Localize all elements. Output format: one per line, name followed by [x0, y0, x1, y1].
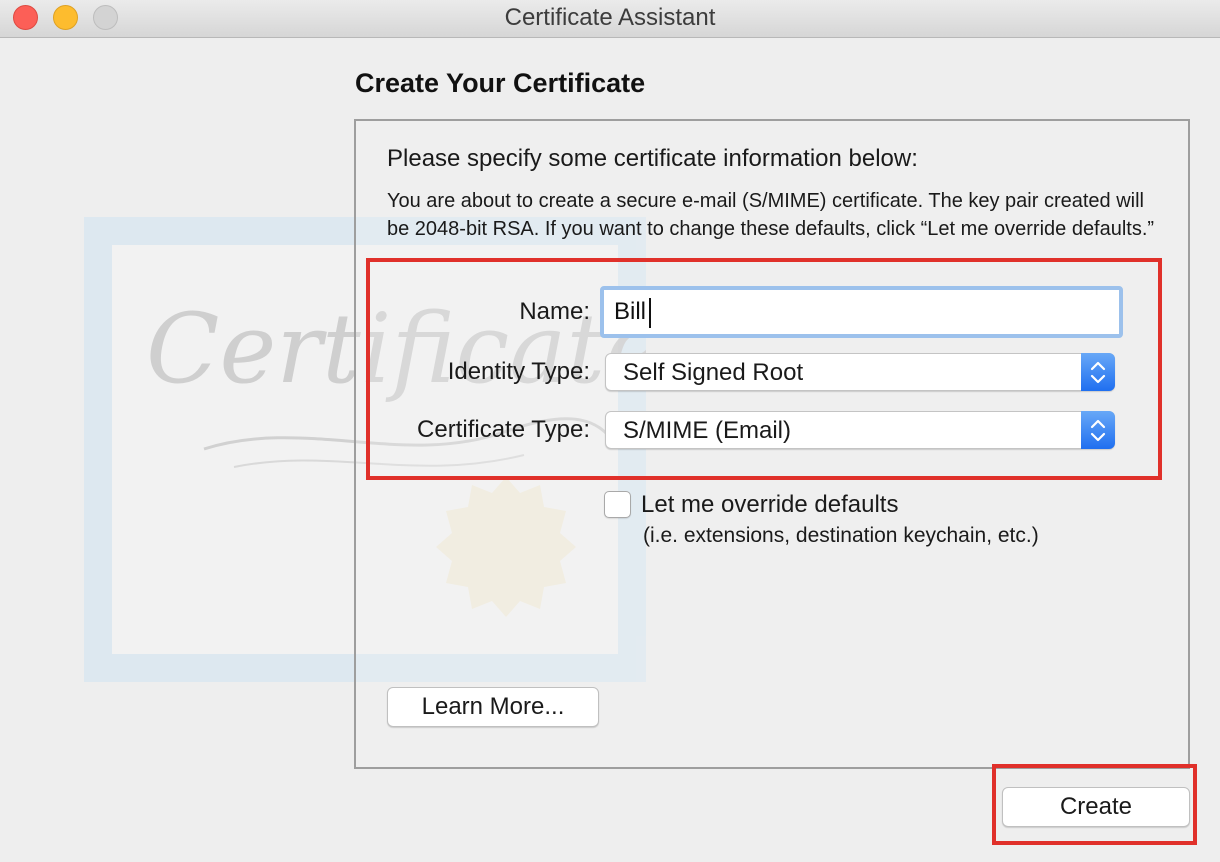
certificate-assistant-window: Certificate Assistant Certificate Create…: [0, 0, 1220, 862]
learn-more-button[interactable]: Learn More...: [387, 687, 599, 727]
identity-type-value: Self Signed Root: [623, 359, 804, 386]
name-input[interactable]: [600, 286, 1123, 338]
page-heading: Create Your Certificate: [355, 68, 646, 98]
override-defaults-hint: (i.e. extensions, destination keychain, …: [643, 524, 1039, 547]
text-cursor: [649, 298, 651, 328]
certificate-type-value: S/MIME (Email): [623, 417, 791, 444]
name-label: Name:: [519, 298, 590, 325]
override-defaults-label[interactable]: Let me override defaults: [641, 491, 898, 519]
instruction-heading: Please specify some certificate informat…: [387, 145, 918, 172]
identity-type-select[interactable]: Self Signed Root: [605, 353, 1115, 391]
create-button[interactable]: Create: [1002, 787, 1190, 827]
instruction-description: You are about to create a secure e-mail …: [387, 190, 1155, 240]
certificate-type-select[interactable]: S/MIME (Email): [605, 411, 1115, 449]
title-bar: Certificate Assistant: [0, 0, 1220, 38]
up-down-chevron-icon: [1081, 411, 1115, 449]
override-defaults-checkbox[interactable]: [604, 491, 631, 518]
identity-type-label: Identity Type:: [447, 358, 590, 385]
certificate-type-label: Certificate Type:: [417, 416, 590, 443]
window-title: Certificate Assistant: [504, 4, 716, 31]
up-down-chevron-icon: [1081, 353, 1115, 391]
